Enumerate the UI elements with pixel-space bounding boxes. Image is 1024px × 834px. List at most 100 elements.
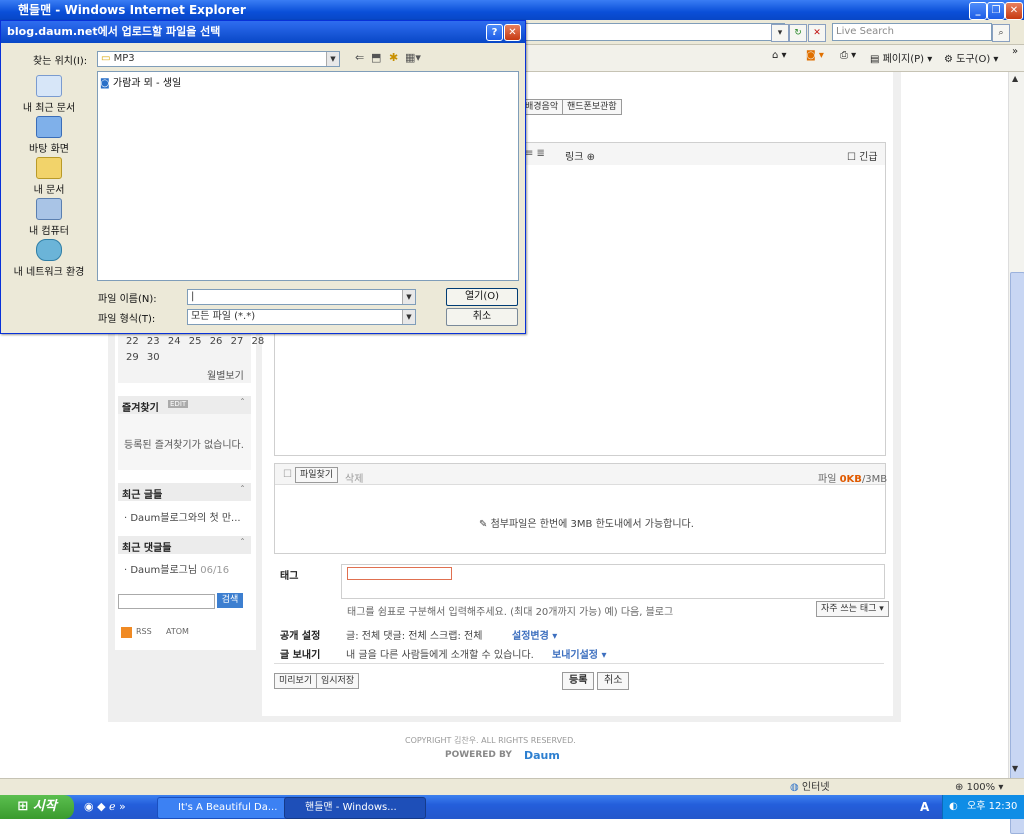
back-icon[interactable]: ⇐: [355, 51, 364, 64]
link-button[interactable]: 링크 ⊕: [565, 148, 595, 163]
favorites-edit-badge[interactable]: EDIT: [168, 400, 189, 408]
browser-title: 핸들맨 - Windows Internet Explorer: [18, 3, 246, 17]
refresh-icon[interactable]: ↻: [789, 24, 807, 42]
chevron-up-icon[interactable]: ˆ: [240, 485, 245, 496]
list-item[interactable]: ◙ 가람과 뫼 - 생일: [100, 74, 181, 89]
dialog-cancel-button[interactable]: 취소: [446, 308, 518, 326]
chevron-more-icon[interactable]: »: [1012, 46, 1018, 57]
attach-size: 파일 0KB/3MB: [818, 474, 888, 485]
scrollbar-thumb[interactable]: [1010, 272, 1024, 834]
favorites-empty-text: 등록된 즐겨찾기가 없습니다.: [124, 440, 244, 451]
system-tray: ◐ 오후 12:30: [942, 795, 1024, 819]
clock: 오후 12:30: [967, 801, 1018, 812]
tray-icon[interactable]: ◐: [949, 795, 958, 819]
taskbar: ⊞ 시작 ◉ ◆ ℯ » It's A Beautiful Da... 핸들맨 …: [0, 795, 1024, 819]
recent-comments-title: 최근 댓글들: [122, 543, 172, 554]
search-icon[interactable]: ⌕: [992, 24, 1010, 42]
atom-link[interactable]: ATOM: [166, 627, 189, 636]
zoom-control[interactable]: ⊕ 100% ▾: [955, 779, 1003, 796]
vertical-scrollbar[interactable]: ▲ ▼: [1008, 72, 1024, 834]
place-network[interactable]: 내 네트워크 환경: [5, 239, 93, 279]
start-button[interactable]: ⊞ 시작: [0, 795, 74, 819]
public-label: 공개 설정: [280, 631, 321, 642]
tag-input-box: [341, 564, 885, 599]
chevron-down-icon[interactable]: ▼: [402, 310, 415, 324]
favorites-body: 등록된 즐겨찾기가 없습니다.: [118, 414, 251, 470]
home-icon[interactable]: ⌂ ▾: [772, 50, 787, 61]
place-documents[interactable]: 내 문서: [5, 157, 93, 197]
new-folder-icon[interactable]: ✱: [389, 51, 398, 64]
tag-label: 태그: [280, 571, 299, 582]
taskbar-item-active[interactable]: 핸들맨 - Windows...: [284, 797, 426, 819]
search-input[interactable]: Live Search: [832, 23, 992, 41]
feeds-icon[interactable]: ◙ ▾: [806, 50, 824, 61]
format-icons[interactable]: ≡ ≣: [525, 148, 545, 159]
phone-storage-button[interactable]: 핸드폰보관함: [562, 99, 622, 115]
scroll-down-icon[interactable]: ▼: [1012, 764, 1018, 773]
chevron-down-icon[interactable]: ▼: [326, 52, 339, 66]
temp-save-button[interactable]: 임시저장: [316, 673, 360, 689]
chevron-up-icon[interactable]: ˆ: [240, 538, 245, 549]
globe-icon: ◍: [790, 782, 799, 793]
folder-icon: ▭: [101, 53, 111, 64]
filename-field[interactable]: | ▼: [187, 289, 416, 305]
attach-find-button[interactable]: 파일찾기: [295, 467, 339, 483]
frequent-tags-button[interactable]: 자주 쓰는 태그 ▾: [816, 601, 889, 617]
minimize-button[interactable]: _: [969, 2, 987, 20]
preview-button[interactable]: 미리보기: [274, 673, 318, 689]
tools-menu[interactable]: ⚙ 도구(O) ▾: [944, 50, 998, 65]
browser-title-bar: 핸들맨 - Windows Internet Explorer _ ❐ ✕: [0, 0, 1024, 20]
audio-file-icon: ◙: [100, 78, 110, 89]
rss-link[interactable]: RSS: [136, 627, 152, 636]
view-menu-icon[interactable]: ▦▾: [405, 51, 421, 64]
file-upload-dialog: blog.daum.net에서 업로드할 파일을 선택 ? ✕ 찾는 위치(I)…: [0, 20, 526, 334]
filetype-combo[interactable]: 모든 파일 (*.*) ▼: [187, 309, 416, 325]
chevron-up-icon[interactable]: ˆ: [240, 398, 245, 409]
submit-button[interactable]: 등록: [562, 672, 595, 690]
dialog-close-button[interactable]: ✕: [504, 24, 521, 41]
quicklaunch-icons[interactable]: ◉ ◆ ℯ »: [84, 800, 126, 813]
favorites-header: 즐겨찾기 EDIT ˆ: [118, 396, 251, 414]
send-label: 글 보내기: [280, 650, 321, 661]
page-menu[interactable]: ▤ 페이지(P) ▾: [870, 50, 932, 65]
restore-button[interactable]: ❐: [987, 2, 1005, 20]
tag-input[interactable]: [347, 567, 452, 580]
place-recent[interactable]: 내 최근 문서: [5, 75, 93, 115]
urgent-checkbox[interactable]: ☐ 긴급: [847, 148, 878, 163]
cancel-button[interactable]: 취소: [597, 672, 630, 690]
recent-post-link[interactable]: · Daum블로그와의 첫 만...: [124, 509, 241, 524]
calendar-monthly-link[interactable]: 월별보기: [207, 367, 244, 382]
lookin-combo[interactable]: ▭ MP3 ▼: [97, 51, 340, 67]
attach-checkbox[interactable]: ☐: [283, 469, 292, 480]
address-field[interactable]: [525, 23, 785, 41]
sidebar-search-button[interactable]: 검색: [217, 593, 243, 608]
sidebar-search-input[interactable]: [118, 594, 215, 609]
place-computer[interactable]: 내 컴퓨터: [5, 198, 93, 238]
send-setting-link[interactable]: 보내기설정 ▾: [552, 646, 607, 661]
attach-delete-button[interactable]: 삭제: [345, 470, 363, 485]
chevron-down-icon[interactable]: ▼: [402, 290, 415, 304]
recent-comment-link[interactable]: · Daum블로그님 06/16: [124, 561, 229, 576]
up-folder-icon[interactable]: ⬒: [371, 51, 381, 64]
place-desktop[interactable]: 바탕 화면: [5, 116, 93, 156]
close-button[interactable]: ✕: [1005, 2, 1023, 20]
stop-icon[interactable]: ✕: [808, 24, 826, 42]
address-dropdown-icon[interactable]: ▾: [771, 24, 789, 42]
file-list[interactable]: ◙ 가람과 뫼 - 생일: [97, 71, 519, 281]
recent-posts-header: 최근 글들 ˆ: [118, 483, 251, 501]
print-icon[interactable]: ⎙ ▾: [840, 50, 856, 61]
favorites-title: 즐겨찾기: [122, 403, 159, 414]
bgm-button[interactable]: 배경음악: [520, 99, 564, 115]
ime-indicator[interactable]: A: [920, 800, 929, 814]
open-button[interactable]: 열기(O): [446, 288, 518, 306]
taskbar-item[interactable]: It's A Beautiful Da...: [157, 797, 299, 819]
send-desc: 내 글을 다른 사람들에게 소개할 수 있습니다.: [346, 650, 534, 661]
zoom-icon: ⊕: [955, 782, 964, 793]
help-button[interactable]: ?: [486, 24, 503, 41]
scroll-up-icon[interactable]: ▲: [1012, 74, 1018, 83]
filetype-label: 파일 형식(T):: [98, 314, 156, 325]
zone-indicator: ◍ 인터넷: [790, 782, 830, 793]
dialog-title: blog.daum.net에서 업로드할 파일을 선택: [7, 25, 221, 38]
public-change-link[interactable]: 설정변경 ▾: [512, 627, 557, 642]
public-values: 글: 전체 댓글: 전체 스크랩: 전체: [346, 631, 483, 642]
